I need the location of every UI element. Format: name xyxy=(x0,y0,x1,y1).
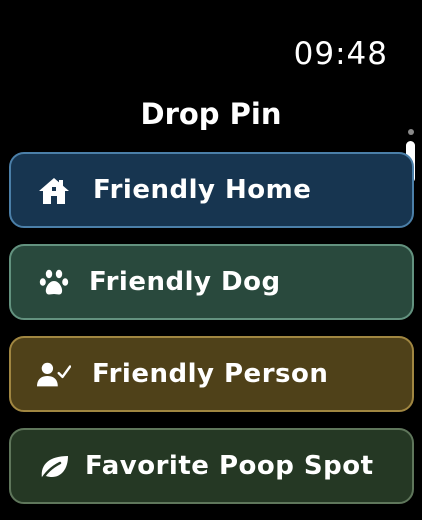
scroll-indicator-dot xyxy=(408,129,414,135)
friendly-home-label: Friendly Home xyxy=(93,175,312,205)
friendly-person-label: Friendly Person xyxy=(92,359,329,389)
friendly-home-button[interactable]: Friendly Home xyxy=(9,152,414,228)
person-check-icon xyxy=(37,360,71,390)
clock-time: 09:48 xyxy=(293,36,388,72)
favorite-poop-spot-label: Favorite Poop Spot xyxy=(85,451,374,481)
page-title: Drop Pin xyxy=(140,97,282,131)
leaf-icon xyxy=(37,452,71,482)
paw-icon xyxy=(37,268,71,298)
friendly-dog-label: Friendly Dog xyxy=(89,267,281,297)
friendly-person-button[interactable]: Friendly Person xyxy=(9,336,414,412)
pin-options-list: Friendly Home Friendly Dog Friendly Pers… xyxy=(9,152,414,520)
favorite-poop-spot-button[interactable]: Favorite Poop Spot xyxy=(9,428,414,504)
friendly-dog-button[interactable]: Friendly Dog xyxy=(9,244,414,320)
house-icon xyxy=(37,176,71,206)
